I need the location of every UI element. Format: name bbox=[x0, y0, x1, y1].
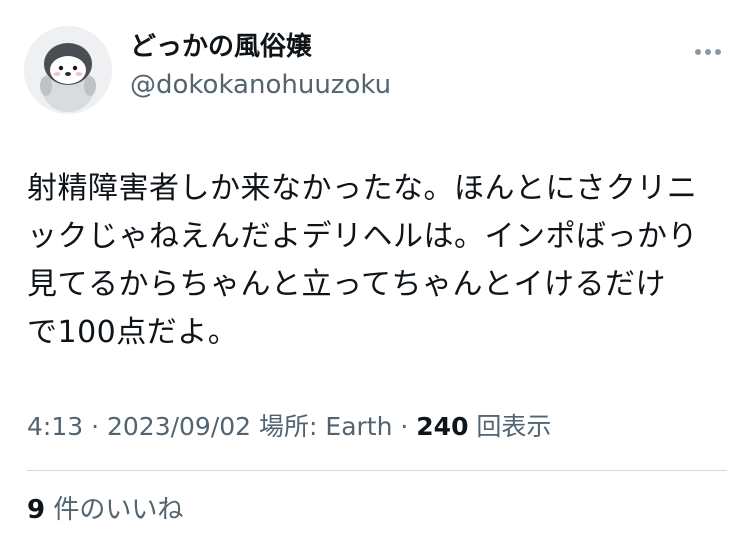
tweet-location: 場所: Earth bbox=[251, 412, 393, 441]
meta-separator: · bbox=[83, 412, 107, 441]
tweet-text-line: ックじゃねえんだよデリヘルは。インポばっかり bbox=[27, 219, 698, 254]
tweet-time[interactable]: 4:13 bbox=[27, 412, 83, 441]
author-handle[interactable]: @dokokanohuuzoku bbox=[130, 68, 391, 102]
tweet-text-line: 射精障害者しか来なかったな。ほんとにさクリニ bbox=[27, 171, 698, 206]
likes-label: 件のいいね bbox=[45, 495, 184, 525]
likes-link[interactable]: 9 件のいいね bbox=[27, 492, 183, 528]
tweet-detail: どっかの風俗嬢 @dokokanohuuzoku 射精障害者しか来なかったな。ほ… bbox=[0, 0, 750, 537]
author-display-name[interactable]: どっかの風俗嬢 bbox=[130, 30, 391, 64]
tweet-text-line: で100点だよ。 bbox=[27, 315, 239, 350]
meta-separator: · bbox=[392, 412, 417, 441]
more-options-button[interactable] bbox=[686, 38, 730, 66]
author-info: どっかの風俗嬢 @dokokanohuuzoku bbox=[130, 30, 391, 102]
more-options-icon bbox=[695, 49, 721, 55]
views-count: 240 bbox=[416, 412, 469, 441]
tweet-date[interactable]: 2023/09/02 bbox=[107, 412, 251, 441]
tweet-text: 射精障害者しか来なかったな。ほんとにさクリニ ックじゃねえんだよデリヘルは。イン… bbox=[27, 165, 727, 357]
tweet-text-line: 見てるからちゃんと立ってちゃんとイけるだけ bbox=[27, 267, 666, 302]
penguin-avatar-icon bbox=[24, 26, 112, 114]
likes-count: 9 bbox=[27, 495, 46, 525]
avatar[interactable] bbox=[24, 26, 112, 114]
views-label: 回表示 bbox=[468, 412, 552, 441]
divider bbox=[27, 470, 727, 471]
tweet-metadata: 4:13 · 2023/09/02 場所: Earth · 240 回表示 bbox=[27, 410, 551, 444]
